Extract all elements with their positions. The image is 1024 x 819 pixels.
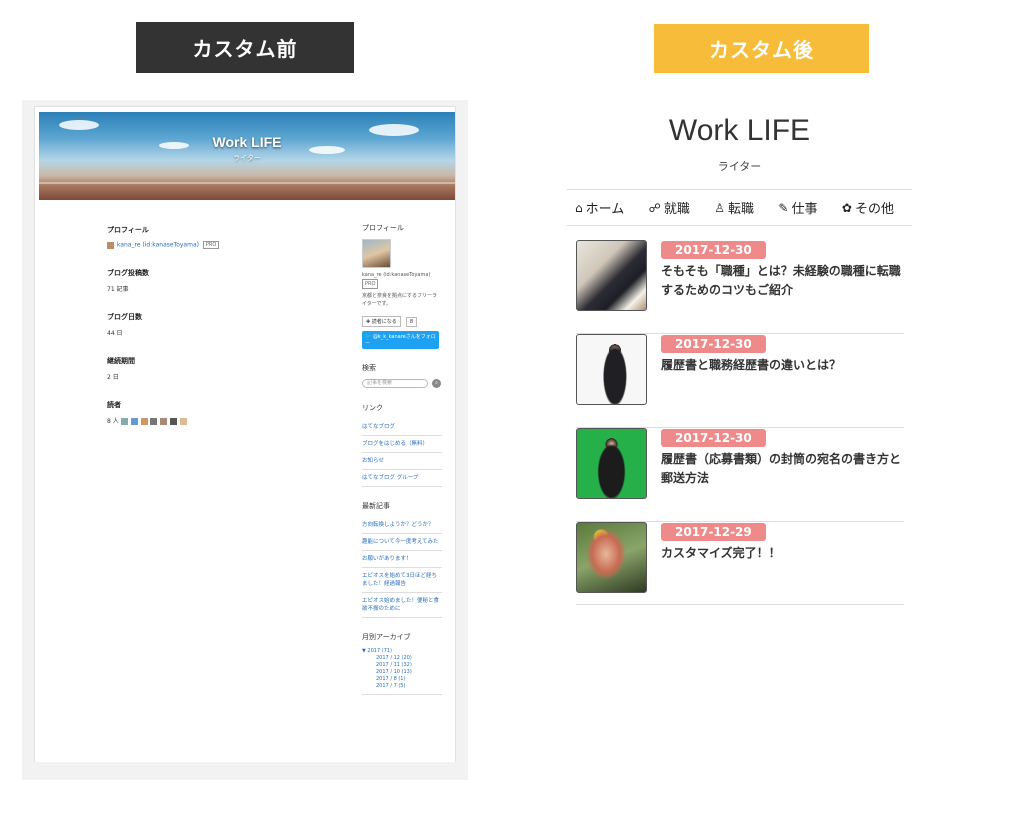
reader-avatar[interactable] — [180, 418, 188, 425]
posts-heading: ブログ投稿数 — [107, 269, 149, 277]
nav-label: 仕事 — [791, 202, 818, 217]
user-icon: ♙ — [714, 200, 725, 215]
nav-work[interactable]: ✎ 仕事 — [778, 198, 818, 218]
after-label: カスタム後 — [654, 24, 869, 73]
about-section: プロフィール kana_re (id:kanaseToyama) PRO ブログ… — [107, 225, 287, 444]
reader-avatar[interactable] — [150, 418, 158, 425]
before-label: カスタム前 — [136, 22, 354, 73]
streak-heading: 継続期間 — [107, 357, 135, 365]
post-card[interactable]: 2017-12-30 そもそも「職種」とは？未経験の職種に転職するためのコツもご… — [576, 240, 904, 334]
paw-icon: ✿ — [841, 200, 852, 215]
post-date: 2017-12-30 — [661, 429, 766, 447]
nav-label: その他 — [854, 202, 894, 217]
link-item[interactable]: はてなブログ グループ — [362, 470, 442, 487]
search-icon[interactable]: ⌕ — [432, 379, 441, 388]
avatar — [107, 241, 114, 249]
post-thumbnail[interactable] — [576, 522, 647, 593]
streak-value: 2 日 — [107, 374, 119, 381]
readers-value: 8 人 — [107, 418, 119, 425]
reader-avatar[interactable] — [130, 418, 138, 425]
nav-career-change[interactable]: ♙ 転職 — [714, 198, 755, 218]
home-icon: ⌂ — [575, 200, 583, 215]
archive-month[interactable]: 2017 / 8 (1) — [362, 676, 442, 683]
post-card[interactable]: 2017-12-30 履歴書（応募書類）の封筒の宛名の書き方と郵送方法 — [576, 428, 904, 522]
post-date: 2017-12-30 — [661, 241, 766, 259]
posts-value: 71 記事 — [107, 286, 129, 293]
global-nav: ⌂ ホーム ☍ 就職 ♙ 転職 ✎ 仕事 ✿ その他 — [567, 189, 912, 226]
archive-month[interactable]: 2017 / 12 (20) — [362, 655, 442, 662]
post-title[interactable]: そもそも「職種」とは？未経験の職種に転職するためのコツもご紹介 — [661, 262, 906, 300]
before-screenshot: Work LIFE ライター プロフィール kana_re (id:kanase… — [22, 100, 468, 780]
post-date: 2017-12-30 — [661, 335, 766, 353]
readers-row: 8 人 — [107, 416, 287, 425]
sidebar-bio: 京都と奈良を拠点にするフリーライターです。 — [362, 293, 438, 307]
blog-subtitle: ライター — [233, 154, 261, 162]
nav-label: 就職 — [663, 202, 690, 217]
link-item[interactable]: ブログをはじめる（無料） — [362, 436, 442, 453]
sidebar-profile-heading: プロフィール — [362, 224, 404, 232]
header-image: Work LIFE ライター — [39, 112, 455, 200]
recent-item[interactable]: エピオス始めました！便秘と食欲不振のために — [362, 593, 442, 618]
twitter-follow-label: @k_k_kanareさんをフォロー — [365, 334, 436, 347]
sidebar-pro-badge: PRO — [362, 279, 379, 289]
post-title[interactable]: 履歴書（応募書類）の封筒の宛名の書き方と郵送方法 — [661, 450, 906, 488]
handshake-icon: ☍ — [648, 200, 661, 215]
recent-item[interactable]: エピオスを始めて3日ほど経ちました！経過報告 — [362, 568, 442, 593]
search-input[interactable]: 記事を検索 — [362, 379, 428, 388]
nav-home[interactable]: ⌂ ホーム — [575, 198, 625, 218]
recent-item[interactable]: 方向転換しようか？どうか？ — [362, 517, 442, 534]
post-card[interactable]: 2017-12-30 履歴書と職務経歴書の違いとは？ — [576, 334, 904, 428]
post-thumbnail[interactable] — [576, 334, 647, 405]
post-title[interactable]: 履歴書と職務経歴書の違いとは？ — [661, 356, 906, 375]
reader-avatar[interactable] — [140, 418, 148, 425]
link-item[interactable]: はてなブログ — [362, 419, 442, 436]
after-blog-title[interactable]: Work LIFE — [567, 114, 912, 148]
twitter-follow-button[interactable]: 🐦 @k_k_kanareさんをフォロー — [362, 331, 439, 349]
recent-heading: 最新記事 — [362, 502, 390, 510]
reader-avatar[interactable] — [120, 418, 128, 425]
subscribe-button[interactable]: ✚ 読者になる — [362, 316, 401, 327]
days-value: 44 日 — [107, 330, 123, 337]
edit-icon: ✎ — [778, 200, 789, 215]
search-heading: 検索 — [362, 364, 376, 372]
profile-user-link[interactable]: kana_re (id:kanaseToyama) — [117, 242, 199, 249]
post-thumbnail[interactable] — [576, 428, 647, 499]
subscriber-count: 8 — [405, 317, 418, 327]
days-heading: ブログ日数 — [107, 313, 142, 321]
post-date: 2017-12-29 — [661, 523, 766, 541]
reader-avatar[interactable] — [170, 418, 178, 425]
archive-month[interactable]: 2017 / 7 (5) — [362, 683, 442, 690]
before-page: Work LIFE ライター プロフィール kana_re (id:kanase… — [34, 106, 456, 776]
nav-label: ホーム — [585, 202, 625, 217]
readers-heading: 読者 — [107, 401, 121, 409]
profile-avatar[interactable] — [362, 239, 391, 268]
nav-label: 転職 — [728, 202, 755, 217]
post-title[interactable]: カスタマイズ完了！！ — [661, 544, 906, 563]
pro-badge: PRO — [202, 241, 220, 249]
nav-job-hunting[interactable]: ☍ 就職 — [648, 198, 690, 218]
reader-avatar[interactable] — [160, 418, 168, 425]
post-thumbnail[interactable] — [576, 240, 647, 311]
recent-item[interactable]: お願いがあります！ — [362, 551, 442, 568]
subscribe-label: 読者になる — [371, 319, 397, 325]
profile-heading: プロフィール — [107, 226, 149, 234]
link-item[interactable]: お知らせ — [362, 453, 442, 470]
sidebar: プロフィール kana_re (id:kanaseToyama) PRO 京都と… — [362, 223, 442, 709]
post-card[interactable]: 2017-12-29 カスタマイズ完了！！ — [576, 522, 904, 605]
links-heading: リンク — [362, 404, 383, 412]
archive-heading: 月別アーカイブ — [362, 633, 411, 641]
recent-item[interactable]: 趣能について今一度考えてみた — [362, 534, 442, 551]
archive-month[interactable]: 2017 / 11 (32) — [362, 662, 442, 669]
blog-title[interactable]: Work LIFE — [39, 134, 455, 150]
sidebar-profile-id[interactable]: kana_re (id:kanaseToyama) — [362, 271, 442, 279]
archive-year[interactable]: ▼ 2017 (71) — [362, 648, 442, 655]
nav-other[interactable]: ✿ その他 — [841, 198, 894, 218]
page-footer-strip — [34, 762, 456, 780]
archive-month[interactable]: 2017 / 10 (13) — [362, 669, 442, 676]
after-blog-subtitle: ライター — [717, 160, 762, 173]
